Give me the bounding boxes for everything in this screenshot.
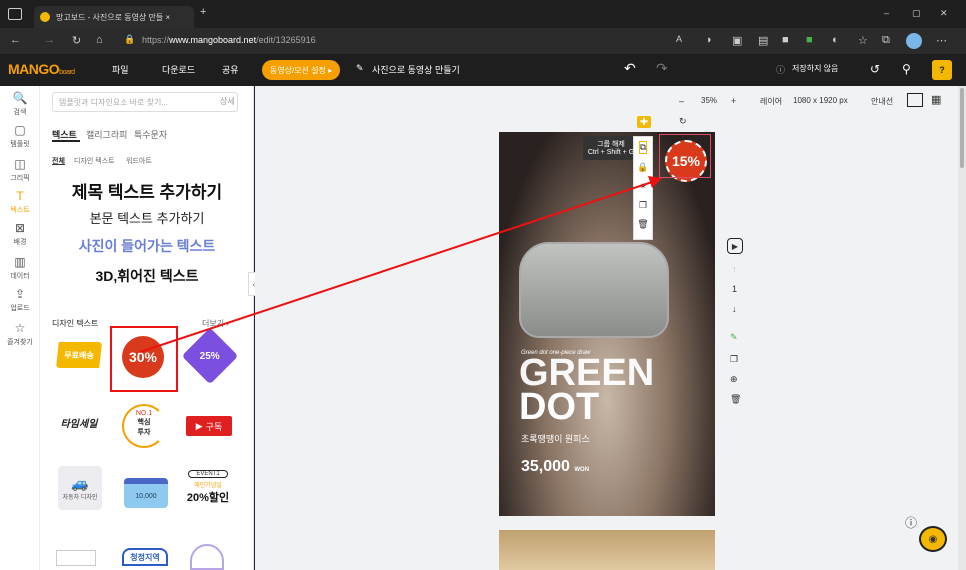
annotation-arrow bbox=[139, 176, 662, 353]
arrow-head bbox=[648, 176, 662, 188]
arrow-line bbox=[139, 181, 653, 353]
